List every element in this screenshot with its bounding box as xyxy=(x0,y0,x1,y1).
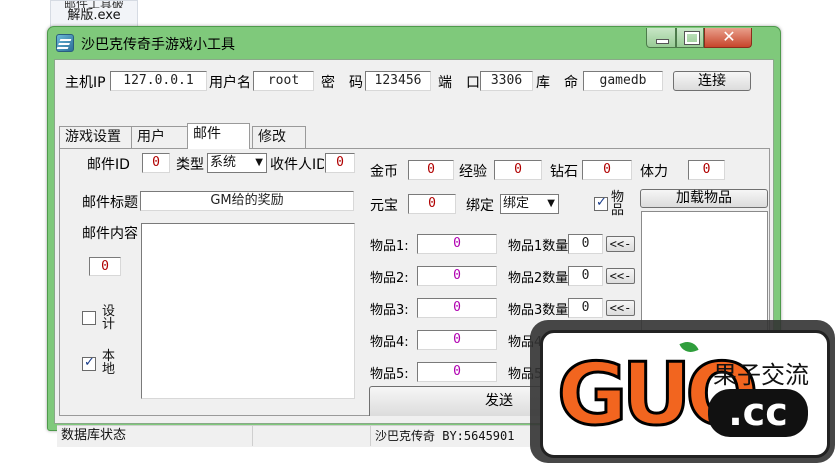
connect-button[interactable]: 连接 xyxy=(673,71,751,91)
close-icon: ✕ xyxy=(722,27,736,46)
database-label: 库 命 xyxy=(536,75,578,91)
stamina-label: 体力 xyxy=(640,164,668,180)
item-label: 物品3: xyxy=(370,303,409,318)
mail-type-select[interactable]: 系统 ▼ xyxy=(207,153,267,173)
mail-type-label: 类型 xyxy=(176,157,204,173)
user-input[interactable]: root xyxy=(253,71,314,91)
watermark-cn-text: 果子交流 xyxy=(713,361,809,389)
watermark-domain: .cc xyxy=(708,389,808,437)
item-id-input[interactable]: 0 xyxy=(417,234,497,254)
bind-label: 绑定 xyxy=(466,198,494,214)
yuanbao-label: 元宝 xyxy=(370,198,398,214)
design-label: 设计 xyxy=(102,304,116,332)
db-status-text: 数据库状态 xyxy=(57,426,253,446)
item-id-input[interactable]: 0 xyxy=(417,266,497,286)
bind-select[interactable]: 绑定 ▼ xyxy=(500,194,559,214)
tab-user[interactable]: 用户 xyxy=(131,126,188,148)
yuanbao-input[interactable]: 0 xyxy=(408,194,456,214)
close-button[interactable]: ✕ xyxy=(704,27,752,48)
item-label: 物品4: xyxy=(370,335,409,350)
window-title: 沙巴克传奇手游戏小工具 xyxy=(81,37,235,53)
port-input[interactable]: 3306 xyxy=(480,71,533,91)
item-id-input[interactable]: 0 xyxy=(417,362,497,382)
local-label: 本地 xyxy=(102,349,116,377)
app-icon xyxy=(56,34,74,52)
item-pick-button[interactable]: <<- xyxy=(606,268,635,284)
status-cell-empty xyxy=(253,426,371,446)
exp-label: 经验 xyxy=(459,164,487,180)
item-qty-label: 物品2数量 xyxy=(508,271,568,286)
content-length-counter: 0 xyxy=(89,257,121,276)
diamond-input[interactable]: 0 xyxy=(582,160,632,180)
bind-value: 绑定 xyxy=(503,196,530,211)
desktop-file-label-line1: 邮件工具破 xyxy=(63,1,124,8)
tab-game-settings[interactable]: 游戏设置 xyxy=(59,126,132,148)
item-label: 物品2: xyxy=(370,271,409,286)
diamond-label: 钻石 xyxy=(550,164,578,180)
load-items-button[interactable]: 加载物品 xyxy=(640,189,768,208)
item-qty-input[interactable]: 0 xyxy=(568,266,603,286)
items-check-label: 物品 xyxy=(611,190,625,218)
stamina-input[interactable]: 0 xyxy=(688,160,725,180)
item-qty-label: 物品3数量 xyxy=(508,303,568,318)
item-qty-input[interactable]: 0 xyxy=(568,234,603,254)
desktop-file-label-line2: 解版.exe xyxy=(67,8,121,23)
subject-label: 邮件标题 xyxy=(82,195,138,211)
item-pick-button[interactable]: <<- xyxy=(606,236,635,252)
watermark-logo: GUO 果子交流 .cc xyxy=(540,330,830,458)
item-qty-label: 物品1数量 xyxy=(508,239,568,254)
recipient-input[interactable]: 0 xyxy=(325,153,355,173)
database-input[interactable]: gamedb xyxy=(583,71,663,91)
subject-input[interactable]: GM给的奖励 xyxy=(140,191,354,211)
item-id-input[interactable]: 0 xyxy=(417,298,497,318)
item-id-input[interactable]: 0 xyxy=(417,330,497,350)
tab-mail[interactable]: 邮件 xyxy=(187,123,250,149)
tab-modify[interactable]: 修改 xyxy=(252,126,306,148)
maximize-button[interactable] xyxy=(676,28,704,48)
exp-input[interactable]: 0 xyxy=(494,160,542,180)
chevron-down-icon: ▼ xyxy=(547,198,555,209)
title-bar[interactable]: 沙巴克传奇手游戏小工具 ✕ xyxy=(48,27,780,59)
item-qty-input[interactable]: 0 xyxy=(568,298,603,318)
design-checkbox[interactable] xyxy=(82,311,96,325)
mail-id-label: 邮件ID xyxy=(87,157,130,173)
mail-type-value: 系统 xyxy=(210,155,237,170)
item-pick-button[interactable]: <<- xyxy=(606,300,635,316)
recipient-label: 收件人ID xyxy=(270,157,324,173)
password-input[interactable]: 123456 xyxy=(365,71,431,91)
minimize-button[interactable] xyxy=(646,28,676,48)
content-label: 邮件内容 xyxy=(82,226,138,242)
item-label: 物品5: xyxy=(370,367,409,382)
item-label: 物品1: xyxy=(370,239,409,254)
gold-input[interactable]: 0 xyxy=(408,160,454,180)
host-input[interactable]: 127.0.0.1 xyxy=(110,71,207,91)
gold-label: 金币 xyxy=(370,164,398,180)
local-checkbox[interactable] xyxy=(82,355,96,371)
chevron-down-icon: ▼ xyxy=(255,157,263,168)
mail-id-input[interactable]: 0 xyxy=(142,153,170,173)
password-label: 密 码 xyxy=(321,75,363,91)
content-textarea[interactable] xyxy=(141,223,355,399)
items-checkbox[interactable] xyxy=(594,195,608,211)
user-label: 用户名 xyxy=(209,75,251,91)
port-label: 端 口 xyxy=(438,75,480,91)
host-label: 主机IP xyxy=(65,75,106,91)
